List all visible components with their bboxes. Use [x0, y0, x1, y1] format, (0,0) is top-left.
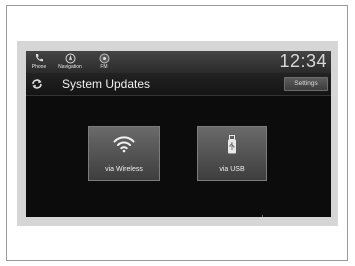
- clock-display: 12:34: [279, 51, 327, 71]
- top-status-bar: Phone Navigation FM 12:34: [26, 51, 331, 73]
- via-wireless-label: via Wireless: [105, 166, 143, 173]
- phone-icon: [35, 54, 43, 62]
- wifi-icon: [113, 136, 135, 153]
- title-bar: System Updates Settings: [26, 73, 331, 96]
- navigation-icon: [65, 53, 75, 64]
- refresh-icon[interactable]: [31, 78, 43, 90]
- fm-button-label: FM: [100, 64, 108, 70]
- phone-button-label: Phone: [31, 64, 47, 70]
- screen-edge-mark: [262, 215, 263, 217]
- navigation-button[interactable]: Navigation: [54, 52, 86, 72]
- settings-button[interactable]: Settings: [284, 77, 328, 91]
- via-wireless-button[interactable]: via Wireless: [88, 126, 160, 181]
- usb-drive-icon: [228, 135, 236, 154]
- via-usb-label: via USB: [219, 166, 245, 173]
- radio-icon: [99, 53, 109, 64]
- infotainment-screen: Phone Navigation FM 12:34 System Updates…: [26, 51, 331, 217]
- fm-button[interactable]: FM: [95, 52, 113, 72]
- via-usb-button[interactable]: via USB: [197, 126, 267, 181]
- page-title: System Updates: [62, 77, 151, 91]
- navigation-button-label: Navigation: [58, 64, 82, 70]
- phone-button[interactable]: Phone: [28, 52, 50, 72]
